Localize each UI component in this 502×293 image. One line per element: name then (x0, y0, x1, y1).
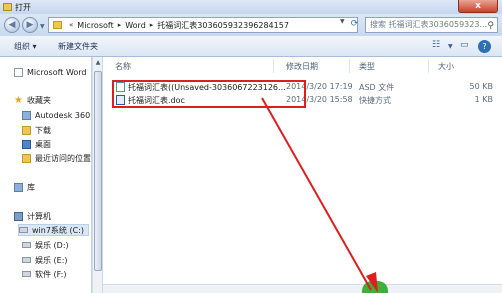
nav-label: Autodesk 360 (35, 110, 91, 120)
nav-item-drive-c[interactable]: win7系统 (C:) (18, 224, 89, 236)
column-divider[interactable] (273, 59, 274, 73)
nav-label: 娱乐 (D:) (35, 240, 69, 250)
breadcrumb-separator[interactable]: ▸ (118, 21, 122, 29)
file-size: 50 KB (469, 82, 493, 91)
nav-label: 下载 (35, 125, 51, 135)
desktop-icon (22, 139, 31, 149)
recent-places-icon (22, 153, 31, 163)
nav-label: win7系统 (C:) (32, 225, 84, 235)
nav-item-libraries[interactable]: 库 (14, 181, 35, 193)
help-icon[interactable]: ? (478, 40, 491, 53)
address-bar-area: ◀ ▶ ▼ « Microsoft ▸ Word ▸ 托福词汇表30360593… (0, 14, 502, 36)
folder-icon (53, 21, 62, 29)
nav-item-recent[interactable]: 最近访问的位置 (22, 152, 91, 164)
autodesk-icon (22, 110, 31, 120)
nav-item-desktop[interactable]: 桌面 (22, 138, 51, 150)
nav-item-drive-d[interactable]: 娱乐 (D:) (22, 239, 69, 251)
nav-label: 软件 (F:) (35, 269, 67, 279)
scroll-up-icon[interactable]: ▲ (94, 59, 102, 67)
forward-button[interactable]: ▶ (22, 17, 38, 33)
file-type: 快捷方式 (359, 96, 391, 105)
view-dropdown-icon[interactable]: ▼ (448, 43, 453, 50)
drive-icon (22, 242, 31, 248)
organize-button[interactable]: 组织 ▾ (14, 41, 37, 52)
address-dropdown-icon[interactable]: ▼ (340, 18, 345, 25)
drive-icon (19, 227, 28, 233)
library-icon (14, 182, 23, 192)
star-icon: ★ (14, 94, 23, 106)
horizontal-scrollbar[interactable] (103, 284, 502, 293)
column-header-size[interactable]: 大小 (438, 61, 454, 72)
column-header-name[interactable]: 名称 (115, 61, 131, 72)
command-toolbar: 组织 ▾ 新建文件夹 ☷ ▼ ▭ ? (0, 36, 502, 57)
drive-icon (22, 271, 31, 277)
window-title: 打开 (15, 2, 31, 12)
breadcrumb-separator[interactable]: ▸ (150, 21, 154, 29)
nav-item-autodesk[interactable]: Autodesk 360 (22, 109, 90, 121)
file-size: 1 KB (474, 95, 493, 104)
view-options-icon[interactable]: ☷ (432, 40, 440, 50)
refresh-icon[interactable]: ⟳ (348, 18, 361, 31)
breadcrumb-word[interactable]: Word (125, 21, 146, 30)
file-list: 名称 修改日期 类型 大小 托福词汇表((Unsaved-30360672231… (103, 57, 502, 293)
decorative-green-shape (362, 281, 388, 293)
column-header-type[interactable]: 类型 (359, 61, 375, 72)
preview-pane-icon[interactable]: ▭ (460, 40, 469, 50)
breadcrumb-folder[interactable]: 托福词汇表3036059323962841​57 (157, 20, 289, 31)
highlight-annotation-box (112, 80, 306, 108)
close-button[interactable]: x (458, 0, 498, 13)
new-folder-button[interactable]: 新建文件夹 (58, 41, 98, 52)
search-icon: ⚲ (487, 21, 494, 31)
nav-label: 库 (27, 182, 35, 192)
recent-pages-dropdown[interactable]: ▼ (40, 23, 45, 30)
search-input[interactable]: 搜索 托福词汇表3036059323... ⚲ (365, 17, 498, 33)
folder-icon (3, 3, 12, 11)
search-placeholder: 搜索 托福词汇表3036059323... (370, 20, 488, 29)
address-input[interactable]: « Microsoft ▸ Word ▸ 托福词汇表30360593239628… (48, 17, 358, 33)
nav-item-computer[interactable]: 计算机 (14, 210, 51, 222)
column-divider[interactable] (349, 59, 350, 73)
nav-item-downloads[interactable]: 下载 (22, 124, 51, 136)
computer-icon (14, 211, 23, 221)
nav-label: 计算机 (27, 211, 51, 221)
column-divider[interactable] (428, 59, 429, 73)
word-icon (14, 67, 23, 77)
nav-item-microsoft-word[interactable]: Microsoft Word (14, 66, 87, 78)
nav-item-favorites[interactable]: ★ 收藏夹 (14, 94, 51, 106)
nav-label: 最近访问的位置 (35, 153, 91, 163)
title-bar: 打开 x (0, 0, 502, 14)
breadcrumb-microsoft[interactable]: Microsoft (77, 21, 113, 30)
nav-item-drive-e[interactable]: 娱乐 (E:) (22, 254, 68, 266)
drive-icon (22, 257, 31, 263)
breadcrumb-separator: « (69, 21, 74, 29)
back-button[interactable]: ◀ (4, 17, 20, 33)
scrollbar-thumb[interactable] (94, 71, 102, 271)
column-header-date[interactable]: 修改日期 (286, 61, 318, 72)
nav-item-drive-f[interactable]: 软件 (F:) (22, 268, 66, 280)
nav-label: 桌面 (35, 139, 51, 149)
nav-label: 娱乐 (E:) (35, 255, 68, 265)
download-folder-icon (22, 125, 31, 135)
nav-label: Microsoft Word (27, 67, 87, 77)
file-type: ASD 文件 (359, 83, 395, 92)
nav-label: 收藏夹 (26, 95, 51, 105)
navigation-pane: Microsoft Word ★ 收藏夹 Autodesk 360 下载 桌面 … (0, 57, 92, 293)
nav-scrollbar[interactable]: ▲ (92, 57, 102, 293)
